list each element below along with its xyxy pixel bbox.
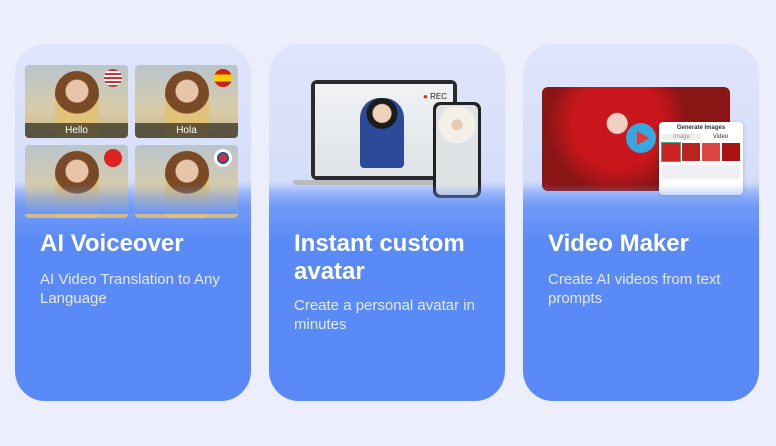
spain-flag-icon	[214, 69, 232, 87]
video-tile: Hello	[25, 65, 128, 138]
card-video-maker[interactable]: Generate Images Image Video Video Maker C…	[523, 44, 759, 401]
play-icon[interactable]	[626, 123, 656, 153]
card-subtitle: AI Video Translation to Any Language	[40, 271, 220, 307]
card-ai-voiceover[interactable]: Hello Hola AI Voiceover AI Video Transla…	[15, 44, 251, 401]
card-subtitle: Create AI videos from text prompts	[548, 271, 721, 307]
us-flag-icon	[104, 69, 122, 87]
card-subtitle: Create a personal avatar in minutes	[294, 297, 475, 333]
video-tile: Hola	[135, 65, 238, 138]
china-flag-icon	[104, 149, 122, 167]
rec-indicator: ● REC	[423, 92, 447, 101]
korea-flag-icon	[214, 149, 232, 167]
card-title: AI Voiceover	[40, 230, 184, 257]
card-instant-avatar[interactable]: ● REC Instant custom avatar Create a per…	[269, 44, 505, 401]
card-title: Video Maker	[548, 230, 689, 257]
card-title: Instant custom avatar	[294, 230, 465, 285]
